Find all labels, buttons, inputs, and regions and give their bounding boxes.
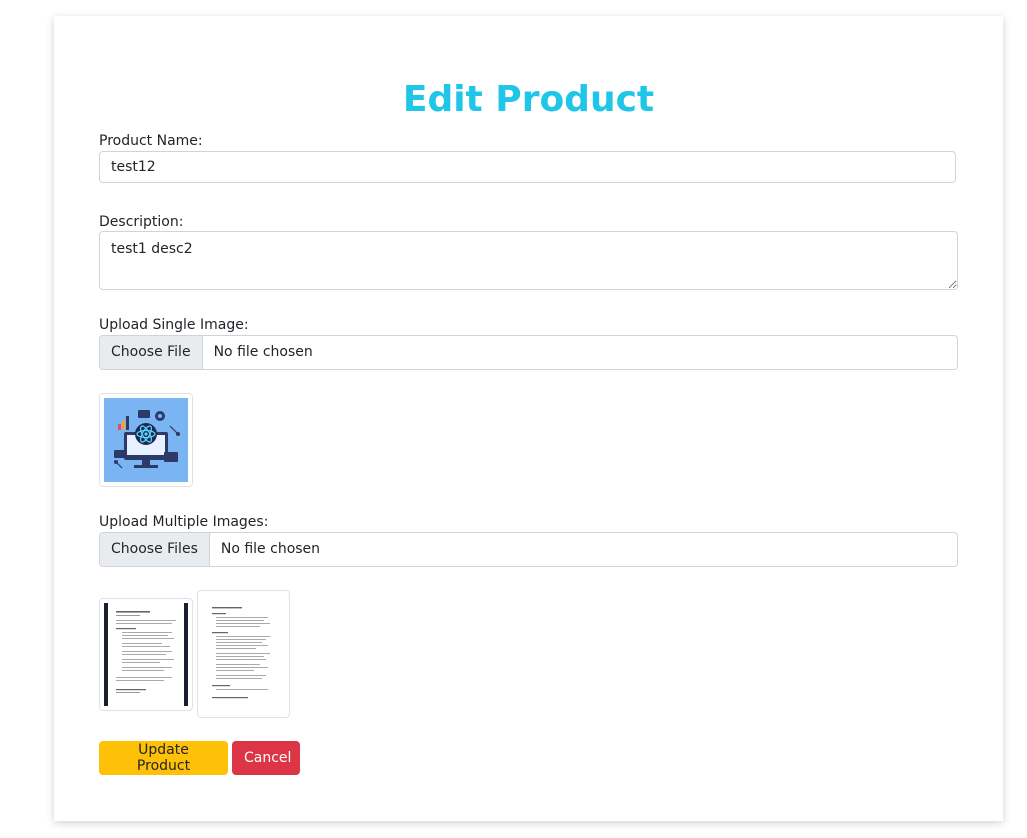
product-name-label: Product Name: [99, 133, 203, 149]
product-name-input[interactable] [99, 151, 956, 183]
single-image-file-input[interactable]: Choose File No file chosen [99, 335, 958, 370]
edit-product-card: Edit Product Product Name: Description: … [54, 16, 1003, 821]
page-title: Edit Product [402, 79, 655, 120]
cancel-button[interactable]: Cancel [232, 741, 300, 775]
multiple-image-thumbnail [99, 598, 193, 711]
description-label: Description: [99, 214, 184, 230]
description-textarea[interactable]: test1 desc2 [99, 231, 958, 290]
single-image-label: Upload Single Image: [99, 317, 249, 333]
tech-illustration-icon [104, 398, 188, 482]
multiple-images-label: Upload Multiple Images: [99, 514, 269, 530]
multiple-files-status: No file chosen [220, 541, 321, 557]
multiple-images-file-input[interactable]: Choose Files No file chosen [99, 532, 958, 567]
document-page-icon [202, 595, 285, 713]
single-image-thumbnail [99, 393, 193, 487]
choose-file-button[interactable]: Choose File [100, 336, 203, 369]
multiple-image-thumbnail [197, 590, 290, 718]
update-product-button[interactable]: Update Product [99, 741, 228, 775]
document-page-icon [104, 603, 188, 706]
single-file-status: No file chosen [213, 344, 313, 360]
choose-files-button[interactable]: Choose Files [100, 533, 210, 566]
